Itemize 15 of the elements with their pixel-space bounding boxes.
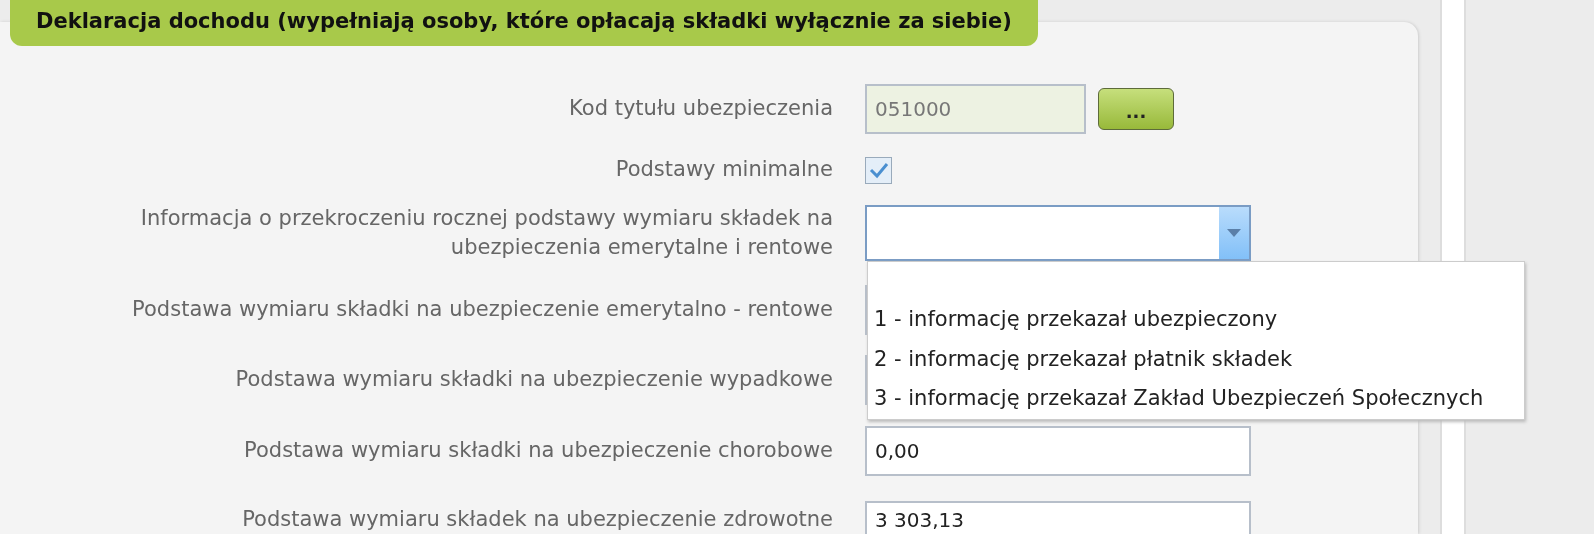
field-label: Podstawa wymiaru składki na ubezpieczenie wypadkowe bbox=[234, 366, 833, 394]
dropdown-option[interactable]: 2 - informację przekazał płatnik składek bbox=[868, 339, 1524, 379]
section-title: Deklaracja dochodu (wypełniają osoby, które opłacają składki wyłącznie za siebie) bbox=[10, 0, 1038, 46]
field-label: Podstawa wymiaru składki na ubezpieczenie chorobowe bbox=[243, 437, 833, 465]
dropdown-option[interactable]: 3 - informację przekazał Zakład Ubezpieczeń Społecznych bbox=[868, 379, 1524, 419]
field-label: Informacja o przekroczeniu rocznej podstawy wymiaru składek na ubezpieczenia emerytalne i rentowe bbox=[139, 204, 833, 261]
field-label: Podstawy minimalne bbox=[614, 156, 833, 184]
field-label: Kod tytułu ubezpieczenia bbox=[568, 95, 833, 123]
checkbox[interactable] bbox=[865, 156, 892, 184]
input-field[interactable]: 0,00 bbox=[865, 426, 1251, 476]
field-label: Podstawa wymiaru składki na ubezpieczenie emerytalno - rentowe bbox=[131, 296, 833, 324]
input-field[interactable]: 3 303,13 bbox=[865, 501, 1251, 534]
caret-icon bbox=[1227, 229, 1241, 237]
field-label: Podstawa wymiaru składek na ubezpieczenie zdrowotne bbox=[241, 506, 833, 534]
dropdown-option[interactable]: 1 - informację przekazał ubezpieczony bbox=[868, 300, 1524, 340]
